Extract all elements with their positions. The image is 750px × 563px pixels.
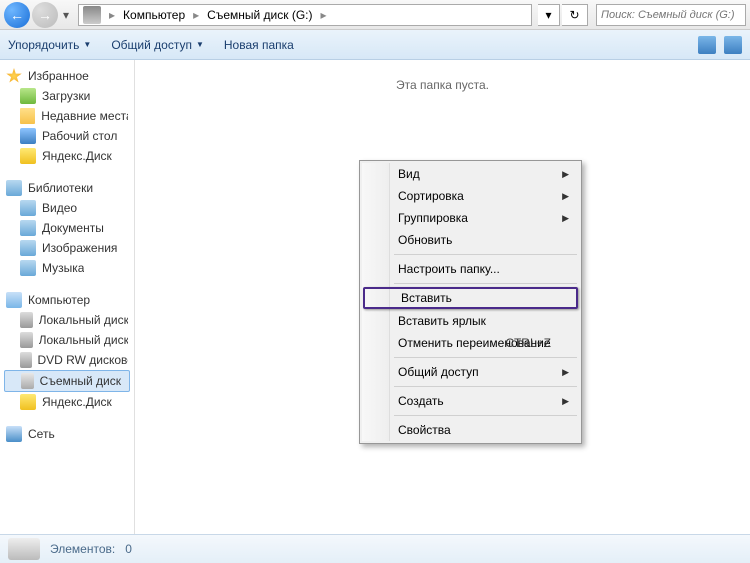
menu-separator [394,283,577,284]
menu-item-refresh[interactable]: Обновить [362,229,579,251]
arrow-right-icon: → [38,7,52,23]
video-icon [20,200,36,216]
desktop-icon [20,128,36,144]
navigation-pane: Избранное Загрузки Недавние места Рабочи… [0,60,135,534]
music-icon [20,260,36,276]
toolbar: Упорядочить▼ Общий доступ▼ Новая папка [0,30,750,60]
breadcrumb-computer[interactable]: Компьютер [119,8,189,22]
disk-icon [20,332,33,348]
empty-folder-message: Эта папка пуста. [135,78,750,92]
address-dropdown[interactable]: ▾ [538,4,560,26]
refresh-button[interactable]: ↻ [562,4,588,26]
drive-icon [83,6,101,24]
sidebar-item-recent[interactable]: Недавние места [0,106,134,126]
chevron-right-icon: ▶ [562,367,579,378]
navigation-bar: ← → ▾ ▸ Компьютер ▸ Съемный диск (G:) ▸ … [0,0,750,30]
computer-label: Компьютер [28,293,90,307]
sidebar-item-disk-d[interactable]: Локальный диск (D:) [0,330,134,350]
sidebar-item-music[interactable]: Музыка [0,258,134,278]
document-icon [20,220,36,236]
history-dropdown[interactable]: ▾ [60,5,72,25]
favorites-label: Избранное [28,69,89,83]
drive-icon [8,538,40,560]
status-elements-count: 0 [125,542,132,556]
sidebar-item-documents[interactable]: Документы [0,218,134,238]
chevron-right-icon: ▶ [562,213,579,224]
sidebar-item-desktop[interactable]: Рабочий стол [0,126,134,146]
network-label: Сеть [28,427,55,441]
menu-item-paste-shortcut[interactable]: Вставить ярлык [362,310,579,332]
sidebar-item-removable[interactable]: Съемный диск (G:) [4,370,130,392]
new-folder-button[interactable]: Новая папка [224,38,294,52]
dvd-icon [20,352,32,368]
sidebar-item-videos[interactable]: Видео [0,198,134,218]
yandex-icon [20,394,36,410]
menu-item-share[interactable]: Общий доступ▶ [362,361,579,383]
disk-icon [20,312,33,328]
favorites-header[interactable]: Избранное [0,66,134,86]
chevron-right-icon: ▶ [562,396,579,407]
chevron-right-icon: ▶ [562,191,579,202]
forward-button[interactable]: → [32,2,58,28]
main-area: Избранное Загрузки Недавние места Рабочи… [0,60,750,534]
libraries-label: Библиотеки [28,181,93,195]
help-icon[interactable] [724,36,742,54]
menu-item-properties[interactable]: Свойства [362,419,579,441]
yandex-icon [20,148,36,164]
chevron-right-icon[interactable]: ▸ [189,8,203,22]
sidebar-item-dvd[interactable]: DVD RW дисковод (E:) [0,350,134,370]
context-menu: Вид▶ Сортировка▶ Группировка▶ Обновить Н… [359,160,582,444]
menu-item-paste[interactable]: Вставить [363,287,578,309]
drive-icon [21,373,34,389]
content-pane[interactable]: Эта папка пуста. Вид▶ Сортировка▶ Группи… [135,60,750,534]
libraries-header[interactable]: Библиотеки [0,178,134,198]
view-options-icon[interactable] [698,36,716,54]
menu-item-customize[interactable]: Настроить папку... [362,258,579,280]
menu-item-view[interactable]: Вид▶ [362,163,579,185]
menu-separator [394,357,577,358]
sidebar-item-disk-c[interactable]: Локальный диск (C:) [0,310,134,330]
address-bar[interactable]: ▸ Компьютер ▸ Съемный диск (G:) ▸ [78,4,532,26]
breadcrumb-drive[interactable]: Съемный диск (G:) [203,8,316,22]
back-button[interactable]: ← [4,2,30,28]
status-bar: Элементов: 0 [0,534,750,563]
arrow-left-icon: ← [10,7,24,23]
sidebar-item-yandex-drive[interactable]: Яндекс.Диск [0,392,134,412]
downloads-icon [20,88,36,104]
recent-icon [20,108,35,124]
computer-header[interactable]: Компьютер [0,290,134,310]
search-box[interactable] [596,4,746,26]
network-header[interactable]: Сеть [0,424,134,444]
sidebar-item-yandex[interactable]: Яндекс.Диск [0,146,134,166]
chevron-right-icon[interactable]: ▸ [317,8,331,22]
share-button[interactable]: Общий доступ▼ [111,38,204,52]
menu-separator [394,415,577,416]
picture-icon [20,240,36,256]
menu-item-undo[interactable]: Отменить переименованиеCTRL+Z [362,332,579,354]
status-elements-label: Элементов: [50,542,115,556]
star-icon [6,68,22,84]
menu-item-create[interactable]: Создать▶ [362,390,579,412]
menu-separator [394,386,577,387]
chevron-right-icon: ▶ [562,169,579,180]
search-input[interactable] [601,9,741,21]
sidebar-item-pictures[interactable]: Изображения [0,238,134,258]
sidebar-item-downloads[interactable]: Загрузки [0,86,134,106]
computer-icon [6,292,22,308]
network-icon [6,426,22,442]
libraries-icon [6,180,22,196]
menu-item-group[interactable]: Группировка▶ [362,207,579,229]
menu-item-sort[interactable]: Сортировка▶ [362,185,579,207]
organize-button[interactable]: Упорядочить▼ [8,38,91,52]
chevron-right-icon[interactable]: ▸ [105,8,119,22]
menu-separator [394,254,577,255]
